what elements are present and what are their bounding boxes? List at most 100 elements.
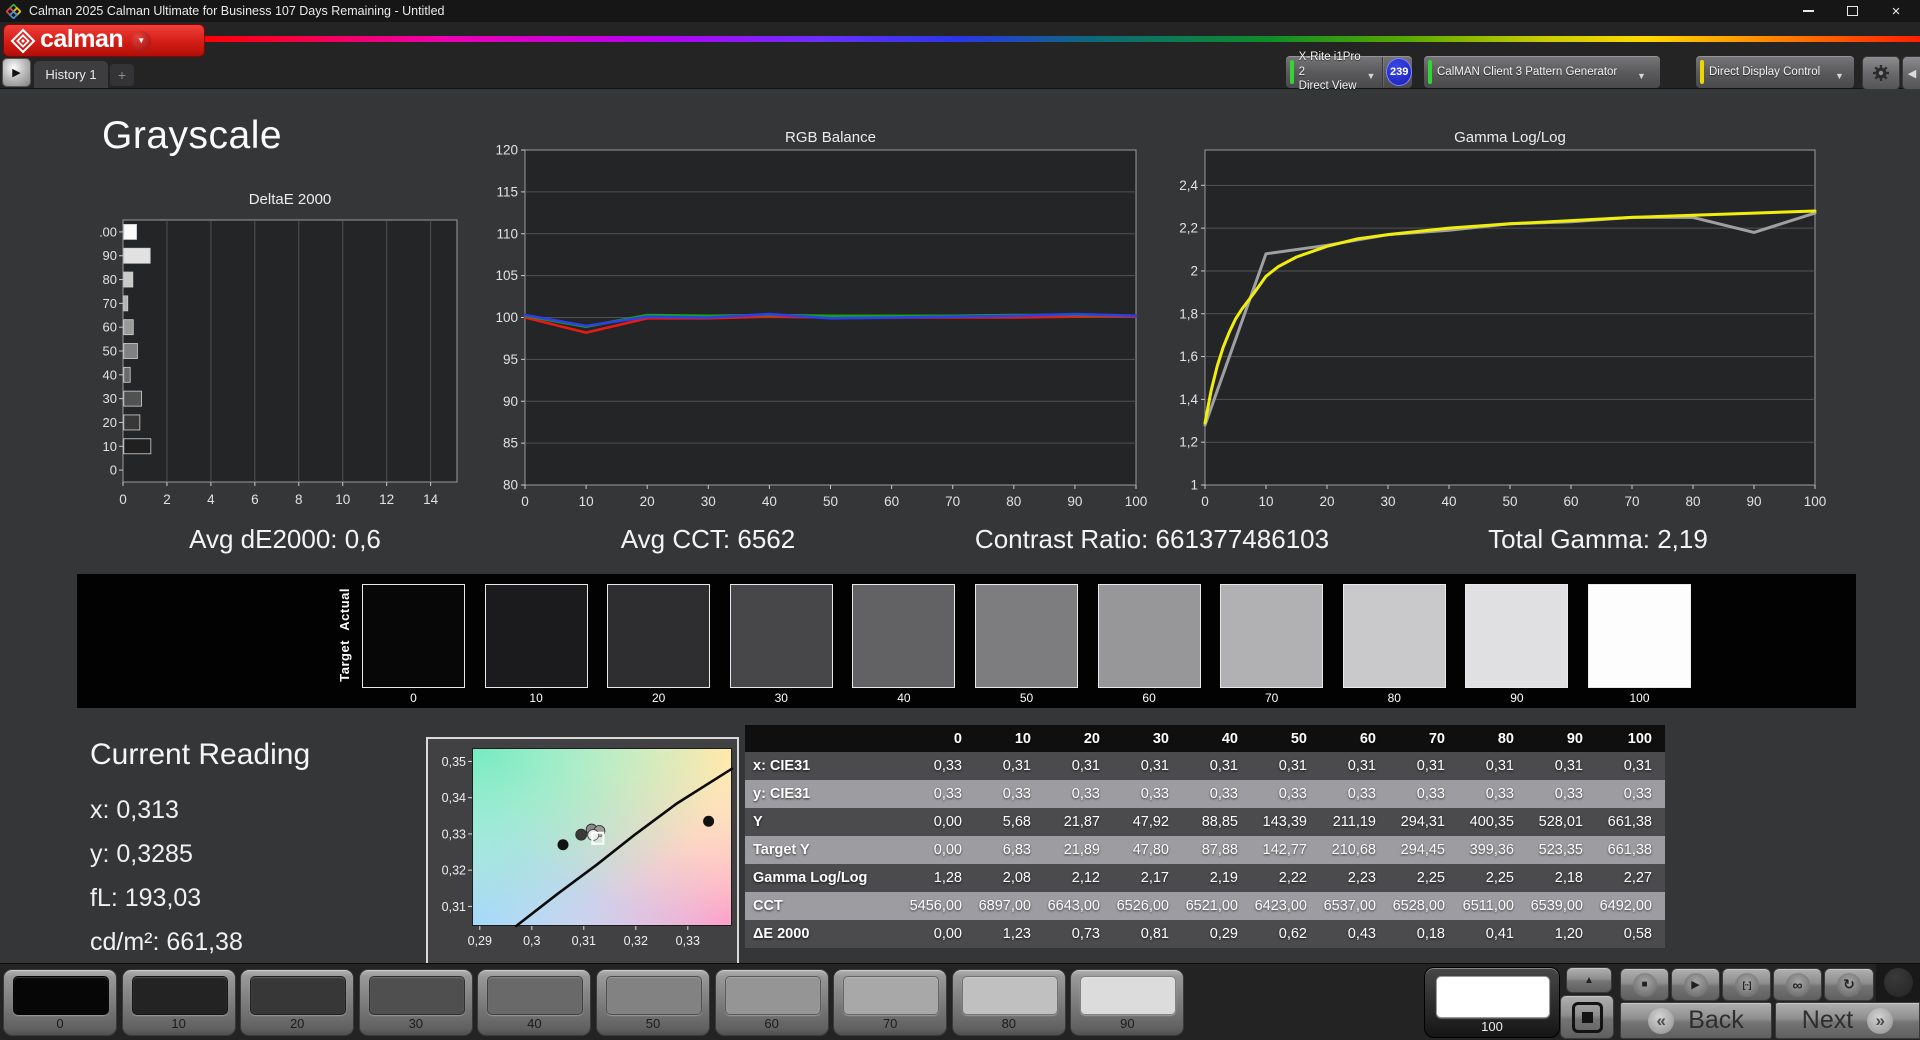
pattern-level-button-50[interactable]: 50 bbox=[596, 969, 710, 1036]
refresh-button[interactable]: ↻ bbox=[1824, 968, 1874, 1001]
back-button[interactable]: « Back bbox=[1620, 1002, 1772, 1039]
table-cell: 6528,00 bbox=[1392, 898, 1445, 914]
pattern-patch bbox=[843, 976, 940, 1015]
settings-button[interactable] bbox=[1862, 56, 1900, 90]
pattern-patch bbox=[1080, 976, 1177, 1015]
restore-icon bbox=[1846, 4, 1861, 16]
meter-select[interactable]: X-Rite i1Pro 2 Direct View ▼ 239 bbox=[1286, 51, 1412, 92]
svg-text:95: 95 bbox=[503, 352, 518, 367]
stat-avg-de2000: Avg dE2000: 0,6 bbox=[189, 524, 381, 554]
svg-text:10: 10 bbox=[103, 439, 117, 454]
pattern-generator-select[interactable]: CalMAN Client 3 Pattern Generator ▼ bbox=[1424, 56, 1660, 88]
table-cell: 6423,00 bbox=[1254, 898, 1307, 914]
table-cell: 2,12 bbox=[1071, 870, 1100, 886]
table-cell: 0,33 bbox=[1071, 786, 1100, 802]
table-row: Y 0,00 5,68 21,87 47,92 88,85 143,39 211,19 294,… bbox=[745, 808, 1665, 836]
calman-logo-button[interactable]: calman ▼ bbox=[3, 24, 205, 57]
table-cell: 6897,00 bbox=[978, 898, 1031, 914]
table-cell: 0,31 bbox=[1485, 758, 1514, 774]
restore-button[interactable] bbox=[1830, 0, 1874, 22]
table-cell: 6,83 bbox=[1002, 842, 1031, 858]
table-cell: 0,31 bbox=[1347, 758, 1376, 774]
logo-menu-button[interactable]: ▼ bbox=[131, 30, 152, 51]
pattern-level-button-80[interactable]: 80 bbox=[951, 969, 1066, 1036]
svg-text:90: 90 bbox=[503, 394, 518, 409]
tab-label: History 1 bbox=[45, 67, 97, 82]
minimize-icon bbox=[1802, 10, 1814, 12]
refresh-icon: ↻ bbox=[1843, 976, 1855, 992]
pattern-level-button-40[interactable]: 40 bbox=[477, 969, 592, 1036]
svg-text:70: 70 bbox=[1624, 494, 1639, 509]
table-cell: 6539,00 bbox=[1530, 898, 1583, 914]
close-button[interactable]: × bbox=[1874, 0, 1918, 22]
pattern-level-button-20[interactable]: 20 bbox=[240, 969, 355, 1036]
svg-text:0,31: 0,31 bbox=[442, 900, 466, 914]
table-cell: 0,33 bbox=[933, 758, 962, 774]
stat-avg-cct: Avg CCT: 6562 bbox=[620, 524, 796, 554]
chevron-left-icon: ◀ bbox=[1907, 67, 1917, 80]
loop-button[interactable]: ∞ bbox=[1773, 968, 1822, 1001]
add-tab-button[interactable]: + bbox=[110, 64, 134, 86]
infinity-icon: ∞ bbox=[1792, 976, 1803, 993]
svg-text:0: 0 bbox=[110, 463, 117, 478]
display-control-select[interactable]: Direct Display Control ▼ bbox=[1696, 56, 1854, 88]
play-button[interactable]: ▶ bbox=[1671, 968, 1720, 1001]
svg-text:120: 120 bbox=[495, 143, 518, 158]
column-header-40: 40 bbox=[1221, 730, 1238, 747]
table-cell: 2,25 bbox=[1416, 870, 1445, 886]
pattern-level-button-90[interactable]: 90 bbox=[1070, 969, 1185, 1036]
rainbow-spectrum-bar bbox=[205, 36, 1920, 42]
calman-diamond-icon bbox=[10, 28, 36, 53]
reading-y: y: 0,3285 bbox=[90, 840, 193, 868]
table-row: CCT 5456,00 6897,00 6643,00 6526,00 6521,00 64… bbox=[745, 892, 1665, 920]
svg-text:0,29: 0,29 bbox=[468, 934, 492, 948]
actual-row-label: Actual bbox=[337, 588, 352, 631]
column-header-10: 10 bbox=[1014, 730, 1031, 747]
svg-text:100: 100 bbox=[1804, 494, 1827, 509]
table-cell: 0,00 bbox=[933, 842, 962, 858]
window-pattern-button[interactable] bbox=[1560, 995, 1614, 1039]
pattern-up-button[interactable]: ▲ bbox=[1566, 967, 1612, 993]
collapse-panel-button[interactable]: ◀ bbox=[1902, 56, 1920, 90]
table-cell: 47,80 bbox=[1132, 842, 1169, 858]
table-cell: 0,18 bbox=[1416, 926, 1445, 942]
swatch-50 bbox=[975, 584, 1078, 688]
pattern-level-button-70[interactable]: 70 bbox=[833, 969, 948, 1036]
tab-history-1[interactable]: History 1 bbox=[34, 61, 108, 88]
row-label: CCT bbox=[753, 898, 783, 914]
table-cell: 0,33 bbox=[1416, 786, 1445, 802]
table-cell: 399,36 bbox=[1469, 842, 1514, 858]
next-chevron-icon: » bbox=[1867, 1007, 1894, 1034]
deltae-2000-chart: DeltaE 200010090807060504030201000246810… bbox=[95, 186, 470, 523]
swatch-90 bbox=[1465, 584, 1569, 688]
back-label: Back bbox=[1688, 1006, 1744, 1034]
measurement-table: 0 10 20 30 40 50 60 70 80 90 100 x: CIE31 0,33 0,31 0,… bbox=[745, 725, 1665, 948]
pattern-level-button-0[interactable]: 0 bbox=[3, 969, 117, 1036]
stop-icon: ■ bbox=[1641, 979, 1648, 990]
svg-text:20: 20 bbox=[1319, 494, 1334, 509]
minimize-button[interactable] bbox=[1786, 0, 1830, 22]
column-header-20: 20 bbox=[1083, 730, 1100, 747]
svg-text:2,2: 2,2 bbox=[1179, 221, 1198, 236]
next-button[interactable]: Next » bbox=[1775, 1002, 1920, 1039]
row-label: Target Y bbox=[753, 842, 810, 858]
pattern-level-button-60[interactable]: 60 bbox=[714, 969, 829, 1036]
pattern-level-button-100[interactable]: 100 bbox=[1424, 967, 1560, 1038]
svg-text:80: 80 bbox=[1685, 494, 1700, 509]
pattern-patch bbox=[250, 976, 347, 1015]
table-cell: 2,22 bbox=[1278, 870, 1307, 886]
table-cell: 0,33 bbox=[1002, 786, 1031, 802]
swatch-80 bbox=[1342, 584, 1446, 688]
tab-scroll-button[interactable]: ▶ bbox=[2, 58, 31, 87]
table-cell: 0,31 bbox=[1554, 758, 1583, 774]
pattern-level-button-30[interactable]: 30 bbox=[358, 969, 473, 1036]
table-header-row: 0 10 20 30 40 50 60 70 80 90 100 bbox=[745, 725, 1665, 752]
table-cell: 0,33 bbox=[1554, 786, 1583, 802]
pattern-level-button-10[interactable]: 10 bbox=[121, 969, 236, 1036]
svg-text:20: 20 bbox=[103, 415, 117, 430]
swatch-label-80: 80 bbox=[1387, 691, 1401, 705]
interval-button[interactable]: [··] bbox=[1722, 968, 1771, 1001]
svg-text:60: 60 bbox=[103, 320, 117, 335]
stop-button[interactable]: ■ bbox=[1620, 968, 1669, 1001]
table-row: Target Y 0,00 6,83 21,89 47,80 87,88 142,77 210… bbox=[745, 836, 1665, 864]
